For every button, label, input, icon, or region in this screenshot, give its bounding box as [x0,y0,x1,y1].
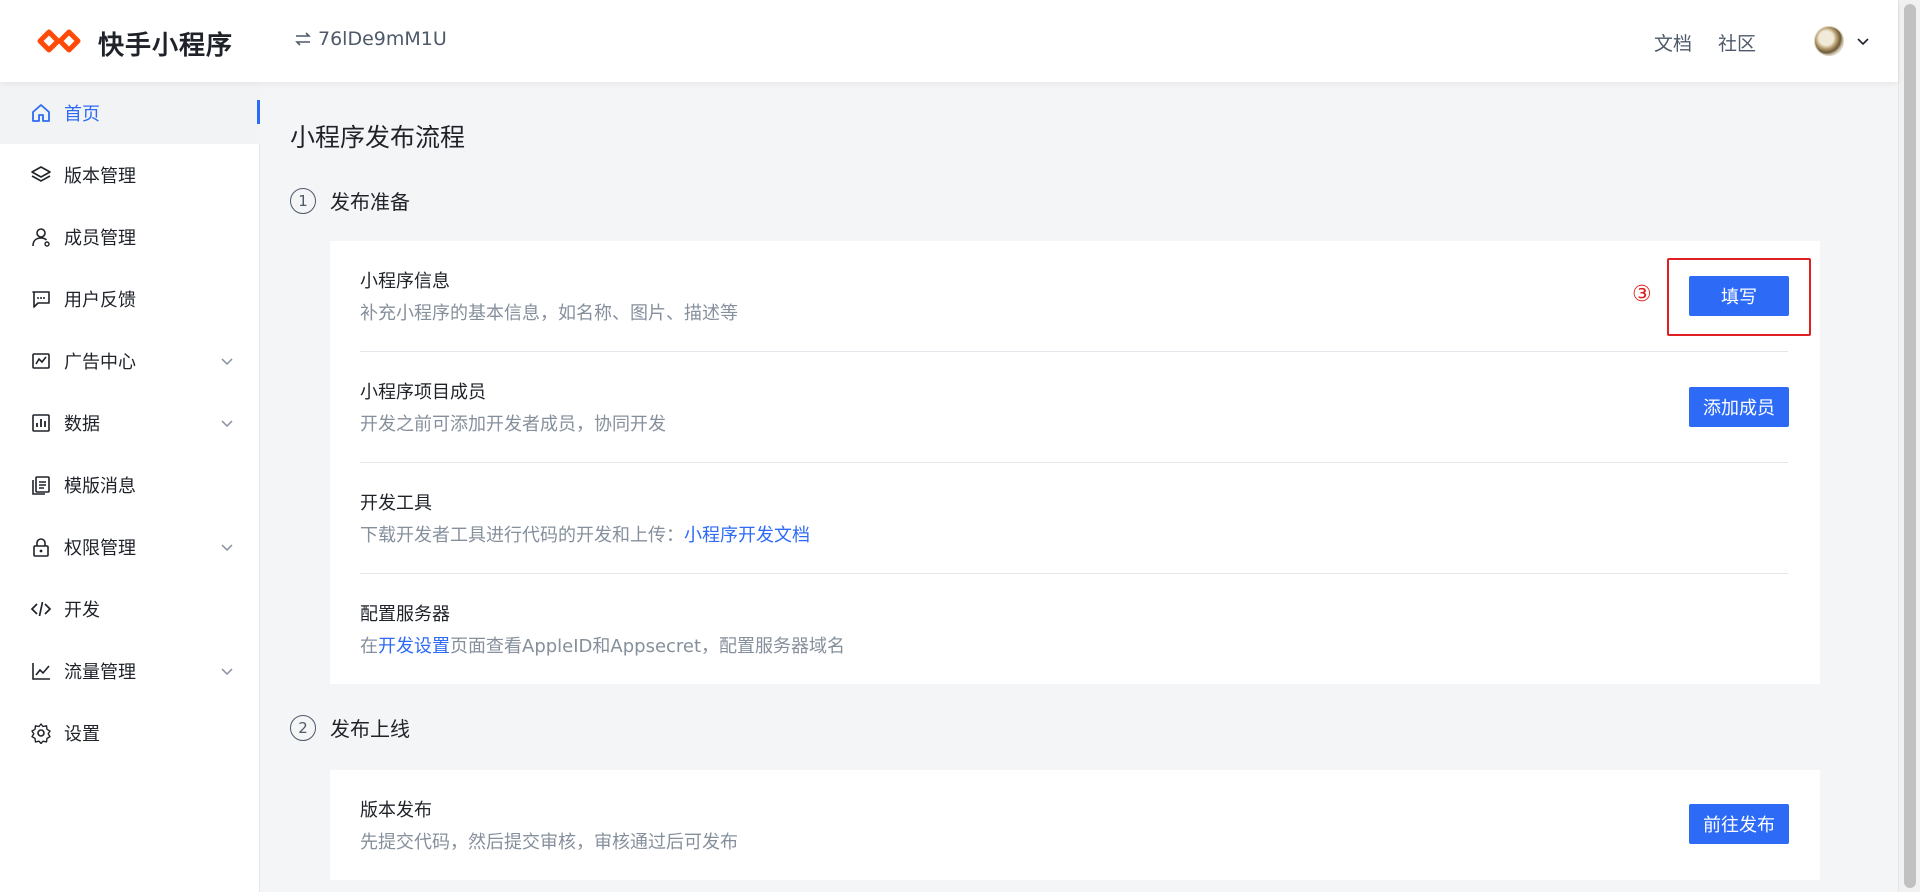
nav-community[interactable]: 社区 [1718,29,1756,56]
sidebar-item-ads[interactable]: 广告中心 [0,330,260,392]
sidebar-item-label: 流量管理 [64,662,136,683]
row-desc: 开发之前可添加开发者成员，协同开发 [360,414,666,435]
user-icon [30,226,52,248]
scrollbar-thumb[interactable] [1904,4,1916,888]
chevron-down-icon[interactable] [1856,34,1870,48]
row-version-release: 版本发布 先提交代码，然后提交审核，审核通过后可发布 [360,770,1820,881]
chevron-down-icon [221,544,233,552]
sidebar-item-home[interactable]: 首页 [0,82,260,144]
swap-icon [295,32,311,46]
page-title: 小程序发布流程 [290,123,466,152]
prepare-card: 小程序信息 补充小程序的基本信息，如名称、图片、描述等 小程序项目成员 开发之前… [330,241,1820,684]
home-icon [30,102,52,124]
sidebar-item-label: 模版消息 [64,476,136,497]
sidebar-item-label: 设置 [64,724,100,745]
sidebar-item-label: 开发 [64,600,100,621]
chevron-down-icon [221,668,233,676]
gear-icon [30,722,52,745]
desc-text: 页面查看AppleID和Appsecret，配置服务器域名 [450,636,846,657]
step-title: 发布上线 [330,717,410,741]
trend-icon [30,660,52,682]
sidebar-item-label: 数据 [64,414,100,435]
sidebar-item-label: 版本管理 [64,166,136,187]
row-app-info: 小程序信息 补充小程序的基本信息，如名称、图片、描述等 [360,241,1820,352]
desc-text: 在 [360,636,378,657]
step-prepare: 1 发布准备 [290,186,410,215]
desc-text: 下载开发者工具进行代码的开发和上传： [360,525,684,546]
sidebar-item-permissions[interactable]: 权限管理 [0,516,260,578]
step-number: 2 [290,714,316,741]
dev-docs-link[interactable]: 小程序开发文档 [684,525,810,546]
template-icon [30,474,52,496]
step-title: 发布准备 [330,190,410,214]
row-desc: 补充小程序的基本信息，如名称、图片、描述等 [360,303,738,324]
dev-settings-link[interactable]: 开发设置 [378,636,450,657]
sidebar-item-versions[interactable]: 版本管理 [0,144,260,206]
sidebar-item-label: 广告中心 [64,352,136,373]
chevron-down-icon [221,420,233,428]
app-id: 76lDe9mM1U [318,28,447,50]
lock-icon [30,536,52,558]
go-release-button[interactable]: 前往发布 [1689,804,1789,844]
annotation-marker: ③ [1632,282,1652,307]
sidebar-item-data[interactable]: 数据 [0,392,260,454]
avatar[interactable] [1814,26,1844,56]
row-title: 小程序项目成员 [360,382,486,403]
row-title: 小程序信息 [360,271,450,292]
layers-icon [30,164,52,186]
sidebar: 首页 版本管理 成员管理 用户反馈 广告中心 数据 模版消息 权限管理 开发 流… [0,82,260,892]
kuaishou-logo-icon[interactable] [36,26,82,56]
nav-docs[interactable]: 文档 [1654,29,1692,56]
row-desc: 下载开发者工具进行代码的开发和上传：小程序开发文档 [360,521,810,547]
row-server-config: 配置服务器 在开发设置页面查看AppleID和Appsecret，配置服务器域名 [360,574,1820,685]
logo-text[interactable]: 快手小程序 [98,25,233,62]
annotation-highlight-box [1667,258,1811,336]
step-number: 1 [290,187,316,214]
step-release: 2 发布上线 [290,713,410,742]
ad-icon [30,350,52,372]
top-header: 快手小程序 76lDe9mM1U 文档 社区 [0,0,1898,82]
sidebar-item-settings[interactable]: 设置 [0,702,260,764]
code-icon [30,598,52,620]
sidebar-item-label: 用户反馈 [64,290,136,311]
sidebar-item-label: 权限管理 [64,538,136,559]
release-card: 版本发布 先提交代码，然后提交审核，审核通过后可发布 [330,770,1820,880]
row-members: 小程序项目成员 开发之前可添加开发者成员，协同开发 [360,352,1820,463]
sidebar-item-label: 首页 [64,104,100,125]
sidebar-item-develop[interactable]: 开发 [0,578,260,640]
sidebar-item-label: 成员管理 [64,228,136,249]
row-title: 开发工具 [360,493,432,514]
sidebar-item-templates[interactable]: 模版消息 [0,454,260,516]
row-desc: 先提交代码，然后提交审核，审核通过后可发布 [360,832,738,853]
row-dev-tools: 开发工具 下载开发者工具进行代码的开发和上传：小程序开发文档 [360,463,1820,574]
page-scrollbar[interactable] [1898,0,1920,892]
sidebar-item-traffic[interactable]: 流量管理 [0,640,260,702]
sidebar-item-members[interactable]: 成员管理 [0,206,260,268]
message-icon [30,288,52,310]
chevron-down-icon [221,358,233,366]
row-desc: 在开发设置页面查看AppleID和Appsecret，配置服务器域名 [360,632,845,658]
app-switcher[interactable]: 76lDe9mM1U [294,28,447,50]
row-title: 版本发布 [360,800,432,821]
add-member-button[interactable]: 添加成员 [1689,387,1789,427]
sidebar-item-feedback[interactable]: 用户反馈 [0,268,260,330]
row-title: 配置服务器 [360,604,450,625]
chart-icon [30,412,52,434]
